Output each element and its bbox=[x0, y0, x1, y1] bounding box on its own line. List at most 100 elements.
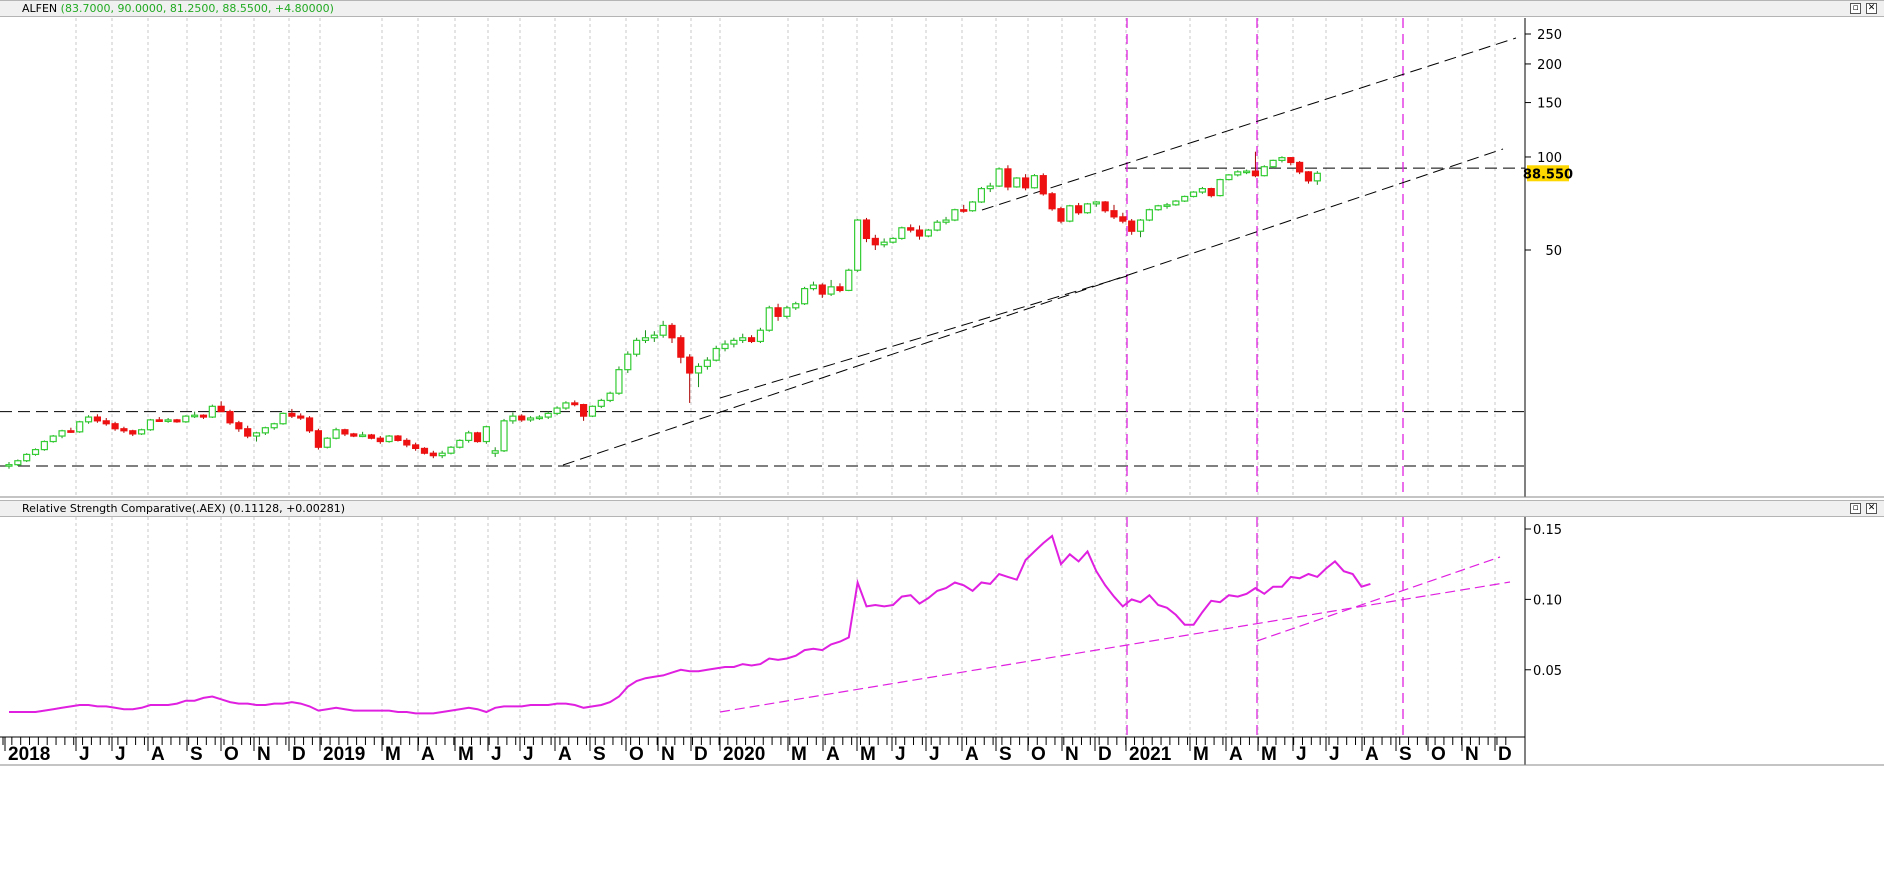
candle-body bbox=[677, 337, 685, 358]
candle-body bbox=[960, 209, 968, 212]
candle-body bbox=[1101, 201, 1109, 212]
candle-body bbox=[199, 414, 208, 418]
candle-body bbox=[871, 237, 879, 246]
candle-body bbox=[854, 219, 862, 271]
candle-body bbox=[1242, 170, 1251, 174]
candle-body bbox=[597, 399, 605, 407]
candle-body bbox=[84, 416, 93, 423]
candle-body bbox=[1145, 209, 1153, 221]
candle-body bbox=[1304, 171, 1313, 182]
candle-body bbox=[1057, 208, 1065, 222]
candle-body bbox=[845, 269, 853, 292]
month-label: A bbox=[151, 744, 165, 765]
candle-body bbox=[367, 434, 376, 439]
candle-body bbox=[1198, 188, 1207, 193]
month-label: 2021 bbox=[1129, 744, 1172, 765]
candle-body bbox=[650, 334, 658, 339]
candle-body bbox=[1013, 177, 1021, 188]
candle-body bbox=[1287, 157, 1295, 164]
time-axis-bg bbox=[0, 737, 1884, 765]
candle-body bbox=[58, 430, 66, 437]
candle-body bbox=[31, 448, 40, 456]
rsc-lines bbox=[9, 534, 1511, 715]
candle-body bbox=[1181, 195, 1189, 202]
candle-body bbox=[686, 356, 694, 374]
trendline bbox=[981, 37, 1517, 211]
candle-body bbox=[915, 229, 924, 237]
price-tick-label: 50 bbox=[1545, 244, 1562, 259]
month-label: O bbox=[224, 744, 239, 765]
candle-body bbox=[1172, 200, 1180, 206]
price-y-axis: 50 100 150 200 250 88.550 bbox=[1523, 28, 1573, 259]
month-label: O bbox=[1431, 744, 1446, 765]
last-price-label: 88.550 bbox=[1523, 167, 1573, 182]
candle-body bbox=[1004, 168, 1012, 188]
candle-body bbox=[986, 185, 994, 190]
candle-body bbox=[765, 307, 773, 331]
candle-body bbox=[208, 405, 216, 418]
candle-body bbox=[809, 284, 818, 290]
candle-body bbox=[49, 435, 57, 443]
candle-body bbox=[111, 423, 119, 430]
candle-body bbox=[792, 303, 800, 309]
candle-body bbox=[40, 440, 48, 451]
candle-body bbox=[1225, 174, 1233, 181]
candle-body bbox=[942, 219, 950, 223]
candle-body bbox=[146, 419, 155, 431]
month-label: O bbox=[1031, 744, 1046, 765]
price-tick-label: 100 bbox=[1537, 151, 1562, 166]
rsc-series-line bbox=[9, 534, 1371, 715]
rsc-tick-label: 0.15 bbox=[1533, 523, 1562, 538]
candle-body bbox=[606, 392, 614, 402]
candle-body bbox=[553, 407, 561, 414]
candle-body bbox=[898, 227, 906, 240]
month-label: J bbox=[491, 744, 502, 765]
candle-body bbox=[173, 419, 181, 423]
candle-body bbox=[880, 241, 888, 246]
candle-body bbox=[1083, 203, 1092, 214]
price-tick-label: 200 bbox=[1537, 58, 1562, 73]
candle-body bbox=[800, 288, 809, 305]
candle-body bbox=[1296, 161, 1304, 173]
price-tick-label: 250 bbox=[1537, 28, 1562, 43]
candle-body bbox=[1278, 157, 1286, 161]
candle-body bbox=[1207, 188, 1215, 197]
candle-body bbox=[1021, 177, 1030, 189]
candle-body bbox=[244, 428, 252, 437]
candle-body bbox=[191, 414, 199, 418]
candle-body bbox=[279, 412, 287, 425]
candle-body bbox=[1313, 172, 1321, 182]
candle-body bbox=[535, 416, 544, 420]
candle-body bbox=[164, 419, 172, 422]
month-label: J bbox=[79, 744, 90, 765]
candle-body bbox=[818, 284, 826, 295]
month-label: A bbox=[965, 744, 979, 765]
candle-body bbox=[747, 337, 756, 343]
candle-body bbox=[235, 422, 243, 430]
candle-body bbox=[323, 437, 331, 448]
candle-body bbox=[615, 369, 623, 394]
candle-body bbox=[518, 415, 526, 421]
candle-body bbox=[633, 339, 641, 355]
candle-body bbox=[968, 201, 977, 212]
month-label: J bbox=[115, 744, 126, 765]
candle-body bbox=[1075, 205, 1083, 214]
candle-body bbox=[14, 460, 22, 466]
candle-body bbox=[102, 420, 110, 425]
month-label: N bbox=[1065, 744, 1079, 765]
candle-body bbox=[756, 329, 765, 343]
candle-body bbox=[1030, 175, 1039, 189]
month-label: S bbox=[1399, 744, 1412, 765]
candle-body bbox=[739, 337, 747, 341]
month-label: A bbox=[1229, 744, 1243, 765]
month-label: N bbox=[1465, 744, 1479, 765]
price-reference-lines bbox=[0, 18, 1525, 735]
candle-body bbox=[526, 417, 535, 421]
candle-body bbox=[1234, 171, 1242, 176]
candle-body bbox=[5, 464, 13, 467]
candle-body bbox=[297, 415, 305, 419]
chart-canvas[interactable]: 5010015020025088.550 0.050.100.15 2018 J J… bbox=[0, 0, 1884, 889]
price-grid bbox=[75, 18, 1496, 497]
month-label: M bbox=[860, 744, 876, 765]
month-label: J bbox=[895, 744, 906, 765]
